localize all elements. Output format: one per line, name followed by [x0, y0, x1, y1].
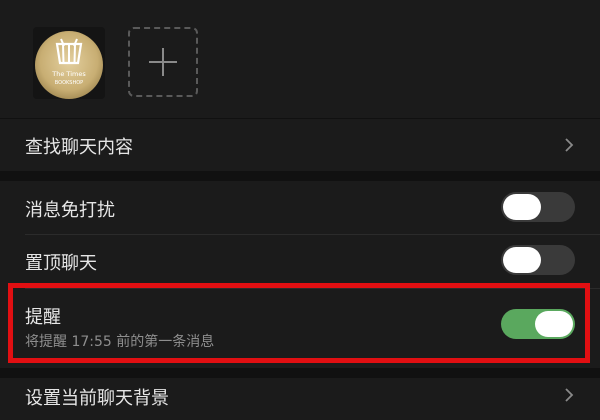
chevron-right-icon	[565, 138, 574, 152]
toggle-knob	[503, 247, 541, 273]
reminder-description: 将提醒 17:55 前的第一条消息	[25, 334, 215, 350]
mute-notifications-label: 消息免打扰	[25, 200, 115, 221]
chat-background-row[interactable]: 设置当前聊天背景	[0, 378, 600, 420]
sticky-on-top-label: 置顶聊天	[25, 253, 97, 274]
reminder-toggle[interactable]	[501, 309, 575, 339]
sticky-on-top-row: 置顶聊天	[0, 235, 600, 288]
chevron-right-icon	[565, 388, 574, 402]
search-chat-content-row[interactable]: 查找聊天内容	[0, 119, 600, 171]
sticky-on-top-toggle[interactable]	[501, 245, 575, 275]
svg-text:The Times: The Times	[51, 70, 86, 78]
plus-icon	[149, 48, 177, 76]
mute-notifications-toggle[interactable]	[501, 192, 575, 222]
mute-notifications-row: 消息免打扰	[0, 181, 600, 234]
chat-settings-group: 消息免打扰 置顶聊天 提醒 将提醒 17:55 前的第一条消息	[0, 181, 600, 368]
chat-members-section: The Times BOOKSHOP	[0, 0, 600, 118]
reminder-row: 提醒 将提醒 17:55 前的第一条消息	[0, 289, 600, 368]
member-avatar[interactable]: The Times BOOKSHOP	[33, 27, 105, 99]
reminder-label: 提醒	[25, 307, 61, 328]
toggle-knob	[503, 194, 541, 220]
svg-text:BOOKSHOP: BOOKSHOP	[55, 80, 83, 86]
toggle-knob	[535, 311, 573, 337]
search-chat-content-label: 查找聊天内容	[25, 137, 133, 158]
bookshop-logo-icon: The Times BOOKSHOP	[33, 27, 105, 99]
add-member-button[interactable]	[128, 27, 198, 97]
chat-background-label: 设置当前聊天背景	[25, 388, 169, 409]
